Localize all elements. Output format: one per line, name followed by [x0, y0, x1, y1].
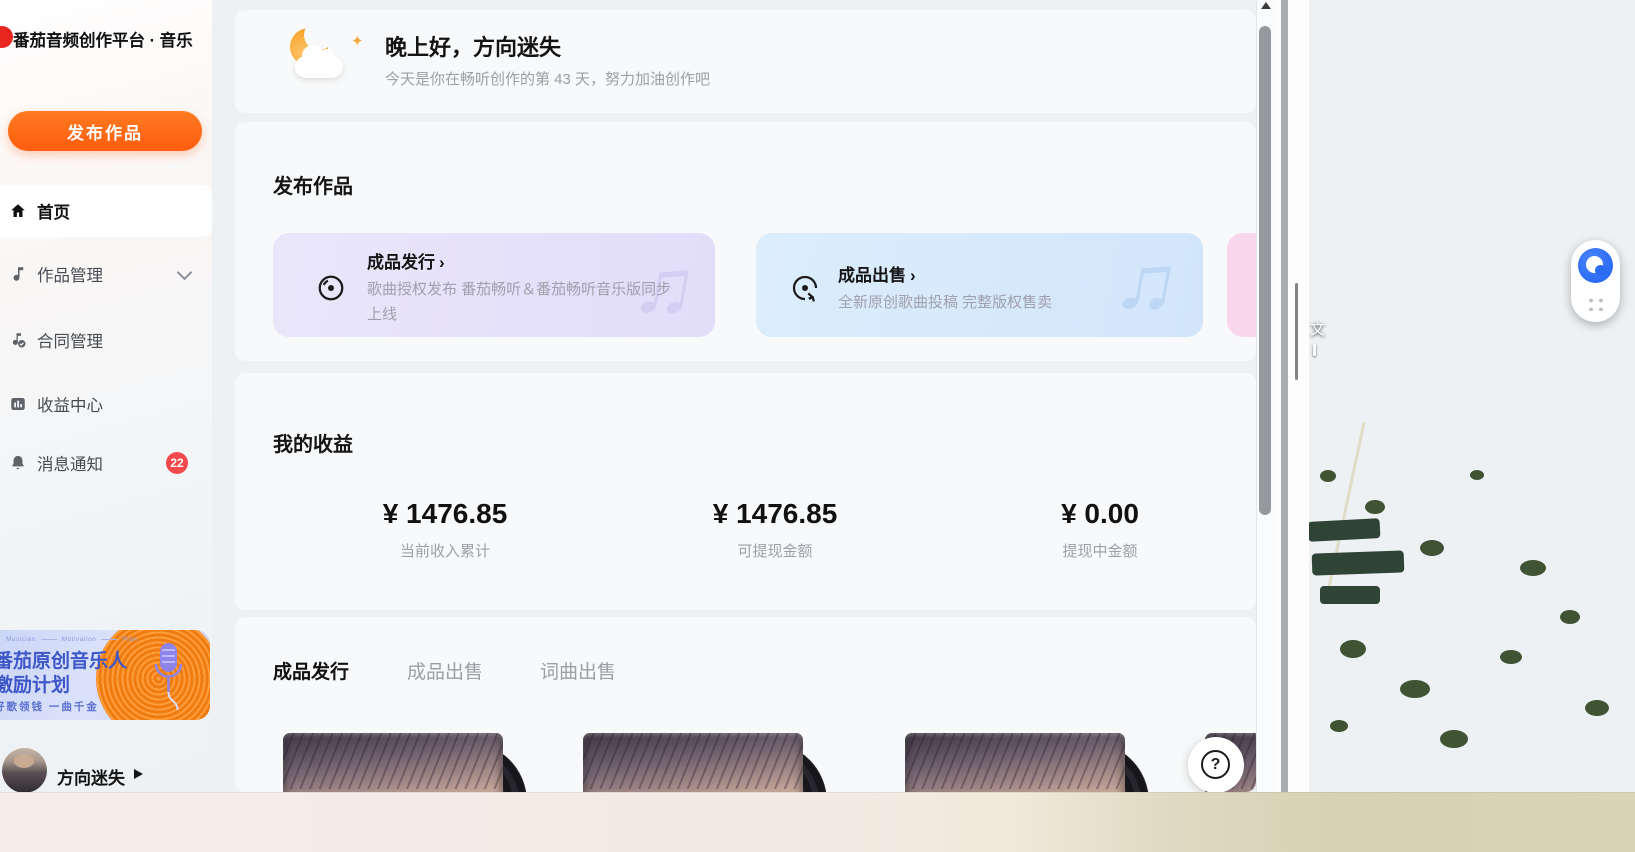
notification-badge: 22	[166, 452, 188, 474]
publish-work-button[interactable]: 发布作品	[8, 111, 202, 151]
sidebar-item-earnings[interactable]: 收益中心	[0, 378, 212, 430]
user-name[interactable]: 方向迷失	[57, 764, 125, 789]
sparkle-icon	[351, 32, 364, 50]
page-scrollbar-handle[interactable]	[1259, 26, 1271, 515]
stat-label: 当前收入累计	[265, 540, 625, 561]
vinyl-record-icon	[316, 273, 346, 308]
album-cover[interactable]	[905, 733, 1125, 792]
scrollbar-up-arrow[interactable]	[1261, 2, 1271, 9]
wallpaper-pond	[1312, 550, 1405, 575]
wallpaper-pond	[1320, 586, 1380, 604]
card-finished-sale[interactable]: 成品出售 全新原创歌曲投稿 完整版权售卖	[756, 233, 1203, 337]
sidebar-item-label: 收益中心	[37, 392, 103, 416]
banner-slogan: 好歌领钱 一曲千金	[0, 699, 99, 714]
album-cover[interactable]	[583, 733, 803, 792]
microphone-illustration	[148, 640, 190, 720]
publish-section-heading: 发布作品	[273, 170, 353, 199]
brand-logo-icon	[0, 26, 13, 48]
app-logo-text: 番茄音频创作平台 · 音乐	[13, 27, 193, 51]
sidebar-item-label: 作品管理	[37, 262, 103, 286]
question-mark-icon: ?	[1201, 750, 1230, 779]
stat-value: ¥ 1476.85	[265, 498, 625, 530]
user-avatar[interactable]	[2, 748, 47, 793]
desktop-icon-label[interactable]: 文	[1310, 318, 1325, 339]
music-note-watermark	[1108, 233, 1187, 335]
card-title: 成品发行	[367, 248, 445, 273]
help-button[interactable]: ?	[1188, 737, 1244, 793]
banner-title-line1: 番茄原创音乐人	[0, 646, 127, 673]
sidebar: 番茄音频创作平台 · 音乐 发布作品 首页 作品管理 合同管理	[0, 0, 212, 792]
sidebar-item-notifications[interactable]: 消息通知 22	[0, 437, 212, 489]
works-panel: 成品发行 成品出售 词曲出售	[235, 617, 1256, 792]
wallpaper-pond	[1308, 518, 1381, 542]
chevron-down-icon[interactable]	[177, 264, 193, 280]
earnings-heading: 我的收益	[273, 428, 353, 457]
musician-incentive-banner[interactable]: Musician Motivation Plan 番茄原创音乐人 激励计划 好歌…	[0, 630, 210, 720]
card-lyrics-sale-partial[interactable]	[1227, 233, 1256, 337]
tab-finished-sale[interactable]: 成品出售	[407, 657, 483, 684]
bell-icon	[9, 454, 27, 472]
tab-finished-release[interactable]: 成品发行	[273, 657, 349, 684]
earnings-stat: ¥ 1476.85 可提现金额	[595, 498, 955, 561]
card-title: 成品出售	[838, 261, 916, 286]
sidebar-item-label: 消息通知	[37, 451, 103, 475]
sidebar-item-works[interactable]: 作品管理	[0, 248, 212, 300]
taskbar	[0, 792, 1635, 852]
earnings-stat: ¥ 0.00 提现中金额	[920, 498, 1280, 561]
drag-dots-icon[interactable]	[1586, 296, 1605, 311]
greeting-title: 晚上好，方向迷失	[385, 30, 561, 62]
desktop-wallpaper	[1270, 0, 1635, 852]
contract-note-icon	[9, 331, 27, 349]
sidebar-item-home[interactable]: 首页	[0, 185, 212, 237]
bar-chart-icon	[9, 395, 27, 413]
home-icon	[9, 202, 27, 220]
music-note-icon	[9, 265, 27, 283]
album-cover[interactable]	[283, 733, 503, 792]
quark-floating-widget[interactable]	[1571, 240, 1620, 322]
tab-lyrics-sale[interactable]: 词曲出售	[540, 657, 616, 684]
vinyl-sell-icon	[790, 273, 820, 308]
banner-title-line2: 激励计划	[0, 670, 70, 697]
stat-value: ¥ 0.00	[920, 498, 1280, 530]
earnings-stat: ¥ 1476.85 当前收入累计	[265, 498, 625, 561]
background-window-scrollbar[interactable]	[1281, 0, 1288, 792]
sidebar-item-label: 首页	[37, 199, 70, 223]
stat-label: 可提现金额	[595, 540, 955, 561]
app-window: 番茄音频创作平台 · 音乐 发布作品 首页 作品管理 合同管理	[0, 0, 1275, 792]
earnings-panel: 我的收益 ¥ 1476.85 当前收入累计 ¥ 1476.85 可提现金额 ¥ …	[235, 373, 1256, 610]
greeting-panel: 晚上好，方向迷失 今天是你在畅听创作的第 43 天，努力加油创作吧	[235, 10, 1256, 113]
stat-value: ¥ 1476.85	[595, 498, 955, 530]
user-menu-arrow-icon[interactable]	[134, 769, 143, 779]
sidebar-item-label: 合同管理	[37, 328, 103, 352]
cloud-icon	[295, 56, 343, 78]
sidebar-item-contracts[interactable]: 合同管理	[0, 314, 212, 366]
card-description: 全新原创歌曲投稿 完整版权售卖	[838, 290, 1178, 315]
screen: 文 番茄音频创作平台 · 音乐 发布作品 首页 作品管理	[0, 0, 1635, 852]
background-window-scrollbar-handle[interactable]	[1295, 283, 1298, 380]
quark-logo-icon[interactable]	[1578, 248, 1613, 283]
greeting-subtitle: 今天是你在畅听创作的第 43 天，努力加油创作吧	[385, 68, 710, 89]
card-finished-release[interactable]: 成品发行 歌曲授权发布 番茄畅听＆番茄畅听音乐版同步上线	[273, 233, 715, 337]
card-description: 歌曲授权发布 番茄畅听＆番茄畅听音乐版同步上线	[367, 277, 679, 327]
stat-label: 提现中金额	[920, 540, 1280, 561]
desktop-icon-label-fragment	[1313, 344, 1316, 356]
publish-section-panel: 发布作品 成品发行 歌曲授权发布 番茄畅听＆番茄畅听音乐版同步上线 成品出售 全…	[235, 122, 1256, 361]
banner-tagline-en: Musician Motivation Plan	[6, 636, 137, 643]
